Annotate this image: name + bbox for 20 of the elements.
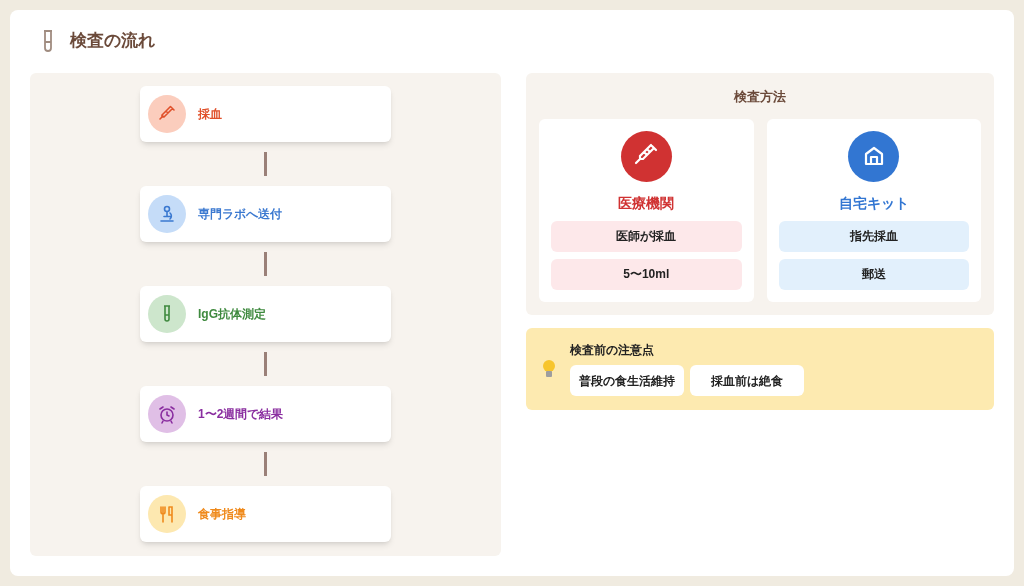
notes-title: 検査前の注意点 — [570, 342, 655, 359]
step-label: 食事指導 — [198, 506, 246, 523]
method-detail: 郵送 — [778, 258, 969, 290]
microscope-icon — [157, 204, 177, 224]
method-name: 医療機関 — [618, 193, 675, 213]
method-detail: 指先採血 — [778, 220, 969, 252]
test-tube-icon — [42, 30, 54, 52]
step-label: 1〜2週間で結果 — [198, 406, 284, 423]
note-chip: 採血前は絶食 — [690, 365, 804, 396]
lightbulb-icon — [542, 358, 556, 379]
alarm-clock-icon — [157, 404, 177, 424]
method-detail: 医師が採血 — [551, 220, 742, 252]
step-label: 採血 — [198, 106, 222, 123]
method-detail: 5〜10ml — [551, 258, 742, 290]
step-label: 専門ラボへ送付 — [198, 206, 282, 223]
note-chip: 普段の食生活維持 — [570, 365, 684, 396]
section-title: 検査方法 — [732, 88, 787, 106]
page-title: 検査の流れ — [70, 30, 155, 53]
method-name: 自宅キット — [838, 193, 909, 213]
step-label: IgG抗体測定 — [198, 306, 266, 323]
